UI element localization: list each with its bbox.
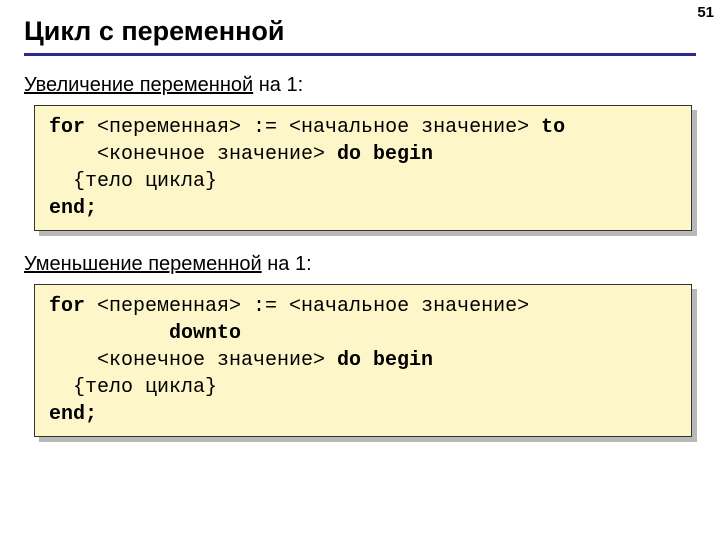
section1-label-rest: на 1: — [253, 74, 303, 96]
kw-end-1: end; — [49, 197, 97, 220]
code1-l1b: <переменная> := <начальное значение> — [85, 116, 541, 139]
code-block-1: for <переменная> := <начальное значение>… — [34, 105, 692, 231]
code-block-2: for <переменная> := <начальное значение>… — [34, 284, 692, 437]
section1-label-underlined: Увеличение переменной — [24, 74, 253, 96]
section2-label-underlined: Уменьшение переменной — [24, 253, 262, 275]
page-title: Цикл с переменной — [24, 16, 696, 56]
code2-l4: {тело цикла} — [49, 376, 217, 399]
kw-end-2: end; — [49, 403, 97, 426]
code2-l2a — [49, 322, 169, 345]
kw-for-2: for — [49, 295, 85, 318]
section2-label: Уменьшение переменной на 1: — [24, 253, 696, 276]
kw-downto: downto — [169, 322, 241, 345]
section2-label-rest: на 1: — [262, 253, 312, 275]
code1-l3: {тело цикла} — [49, 170, 217, 193]
code-block-1-body: for <переменная> := <начальное значение>… — [34, 105, 692, 231]
kw-for-1: for — [49, 116, 85, 139]
section1-label: Увеличение переменной на 1: — [24, 74, 696, 97]
code2-l1b: <переменная> := <начальное значение> — [85, 295, 529, 318]
code-block-2-body: for <переменная> := <начальное значение>… — [34, 284, 692, 437]
kw-to: to — [541, 116, 565, 139]
code1-l2a: <конечное значение> — [49, 143, 337, 166]
page-number: 51 — [697, 4, 714, 21]
slide-content: Цикл с переменной Увеличение переменной … — [0, 0, 720, 437]
kw-do-begin-1: do begin — [337, 143, 433, 166]
kw-do-begin-2: do begin — [337, 349, 433, 372]
code2-l3a: <конечное значение> — [49, 349, 337, 372]
